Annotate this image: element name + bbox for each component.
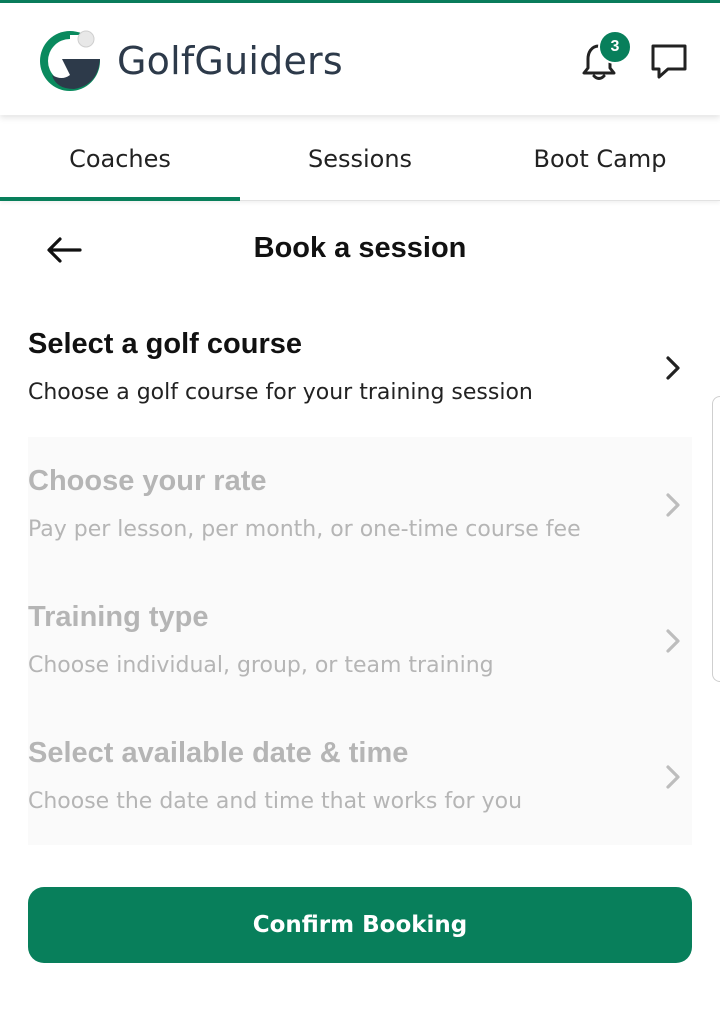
edge-scroll-handle[interactable] [712, 396, 720, 682]
tab-coaches[interactable]: Coaches [0, 117, 240, 201]
chevron-right-icon [666, 356, 680, 380]
app-header: GolfGuiders 3 [0, 3, 720, 115]
step-choose-rate: Choose your rate Pay per lesson, per mon… [28, 437, 692, 573]
step-subtitle: Pay per lesson, per month, or one-time c… [28, 517, 581, 542]
step-subtitle: Choose a golf course for your training s… [28, 380, 533, 405]
chat-icon[interactable] [648, 41, 690, 83]
step-title: Training type [28, 601, 209, 633]
tab-bar: Coaches Sessions Boot Camp [0, 117, 720, 201]
step-subtitle: Choose individual, group, or team traini… [28, 653, 494, 678]
step-select-golf-course[interactable]: Select a golf course Choose a golf cours… [28, 300, 692, 436]
step-title: Select available date & time [28, 737, 409, 769]
step-title: Choose your rate [28, 465, 267, 497]
tab-boot-camp[interactable]: Boot Camp [480, 117, 720, 201]
notification-badge: 3 [598, 30, 632, 64]
chevron-right-icon [666, 765, 680, 789]
tab-sessions[interactable]: Sessions [240, 117, 480, 201]
step-subtitle: Choose the date and time that works for … [28, 789, 523, 814]
active-tab-indicator [0, 197, 240, 201]
step-title: Select a golf course [28, 328, 302, 360]
chevron-right-icon [666, 629, 680, 653]
golfguiders-logo[interactable] [36, 25, 104, 93]
step-date-time: Select available date & time Choose the … [28, 709, 692, 845]
confirm-booking-button[interactable]: Confirm Booking [28, 887, 692, 963]
page-title: Book a session [253, 232, 467, 264]
brand-name: GolfGuiders [117, 39, 343, 83]
step-training-type: Training type Choose individual, group, … [28, 573, 692, 709]
chevron-right-icon [666, 493, 680, 517]
